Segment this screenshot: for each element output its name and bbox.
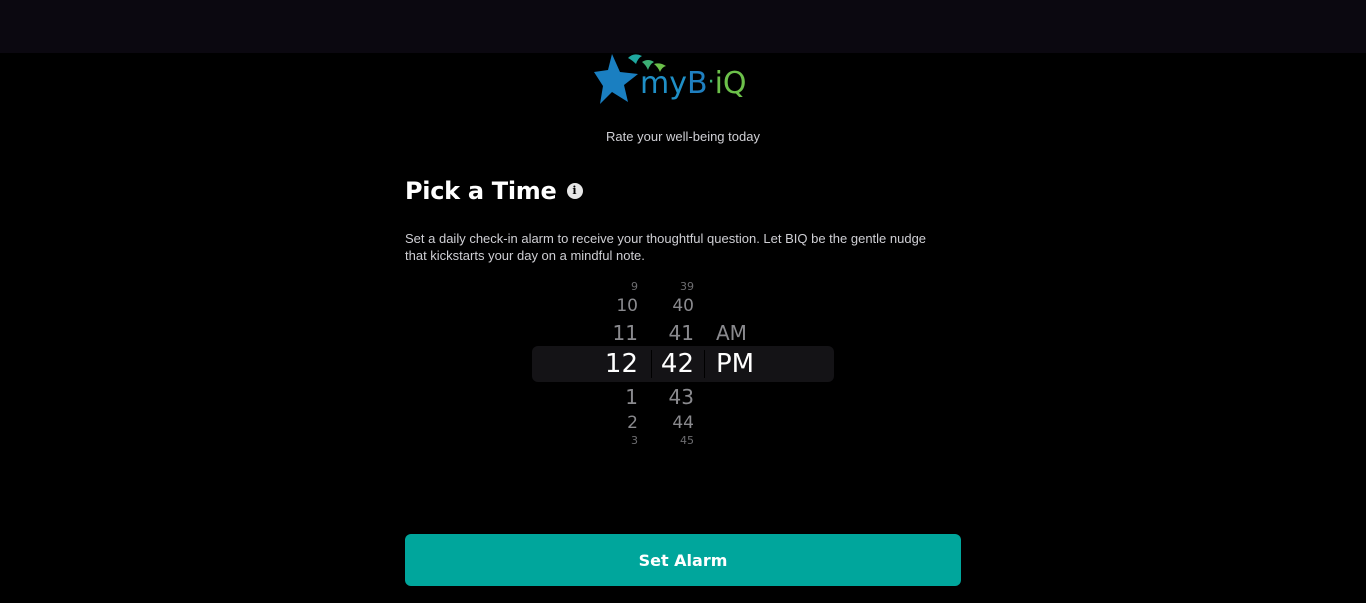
minute-option[interactable]: 45 bbox=[656, 434, 694, 447]
page-description: Set a daily check-in alarm to receive yo… bbox=[405, 231, 927, 263]
hour-option[interactable]: 3 bbox=[592, 434, 638, 447]
hour-wheel[interactable]: 9 10 11 12 1 2 3 bbox=[592, 278, 638, 450]
minute-option[interactable]: 43 bbox=[656, 385, 694, 409]
minute-option[interactable]: 40 bbox=[656, 296, 694, 316]
minute-option[interactable]: 41 bbox=[656, 321, 694, 345]
set-alarm-button[interactable]: Set Alarm bbox=[405, 534, 961, 586]
logo-wordmark-iq: iQ bbox=[714, 66, 747, 101]
logo-wordmark-my: my bbox=[640, 66, 687, 101]
hour-option[interactable]: 9 bbox=[592, 280, 638, 293]
info-icon[interactable]: i bbox=[566, 183, 583, 199]
picker-separator bbox=[651, 350, 652, 378]
hour-option[interactable]: 2 bbox=[592, 413, 638, 433]
title-row: Pick a Time i bbox=[405, 177, 583, 205]
picker-separator bbox=[704, 350, 705, 378]
period-option[interactable]: AM bbox=[716, 321, 786, 345]
period-option-selected[interactable]: PM bbox=[716, 349, 786, 379]
minute-option-selected[interactable]: 42 bbox=[656, 349, 694, 379]
logo-wordmark-dot: · bbox=[707, 70, 715, 95]
page-subtitle: Rate your well-being today bbox=[606, 129, 760, 144]
minute-option[interactable]: 39 bbox=[656, 280, 694, 293]
hour-option[interactable]: 1 bbox=[592, 385, 638, 409]
top-bar bbox=[0, 0, 1366, 53]
minute-wheel[interactable]: 39 40 41 42 43 44 45 bbox=[656, 278, 694, 450]
period-wheel[interactable]: AM PM bbox=[716, 278, 786, 450]
minute-option[interactable]: 44 bbox=[656, 413, 694, 433]
hour-option[interactable]: 11 bbox=[592, 321, 638, 345]
logo-wordmark-b: B bbox=[686, 66, 708, 101]
time-picker[interactable]: 9 10 11 12 1 2 3 39 40 41 42 43 44 45 AM… bbox=[532, 278, 834, 450]
logo-wordmark: myB·iQ bbox=[640, 66, 747, 105]
hour-option-selected[interactable]: 12 bbox=[592, 349, 638, 379]
hour-option[interactable]: 10 bbox=[592, 296, 638, 316]
page-title: Pick a Time bbox=[405, 177, 557, 205]
